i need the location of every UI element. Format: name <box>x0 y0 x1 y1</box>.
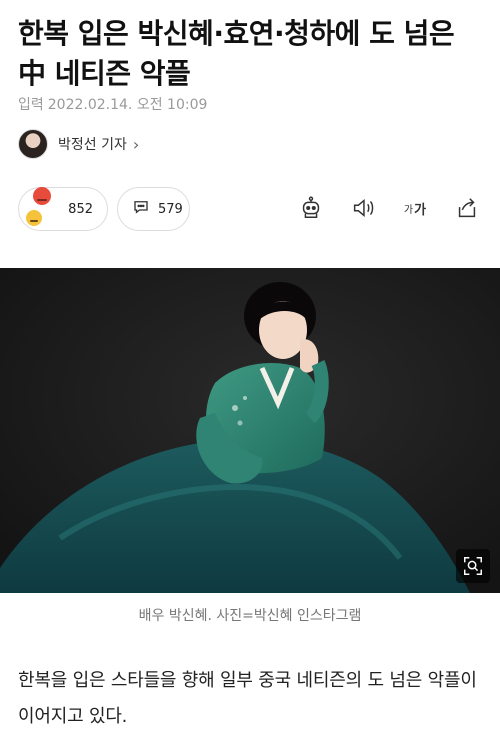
meta-label: 입력 <box>18 97 44 113</box>
smile-emoji-icon <box>25 209 43 227</box>
zoom-icon <box>464 557 482 575</box>
angry-emoji-icon <box>33 187 51 205</box>
publish-date: 2022.02.14. 오전 10:09 <box>47 97 208 113</box>
share-icon <box>458 198 476 218</box>
font-size-button[interactable]: 가가 <box>400 193 430 223</box>
reaction-count: 852 <box>68 201 93 217</box>
chevron-right-icon: › <box>132 134 140 154</box>
article-body: 한복을 입은 스타들을 향해 일부 중국 네티즌의 도 넘은 악플이 이어지고 … <box>18 670 477 727</box>
author-link[interactable]: 박정선 기자 › <box>18 128 139 160</box>
article-meta: 입력 2022.02.14. 오전 10:09 <box>18 94 211 114</box>
article-headline: 한복 입은 박신혜·효연·청하에 도 넘은 中 네티즌 악플 <box>18 17 455 90</box>
comment-button[interactable]: 579 <box>117 187 190 231</box>
photo-caption: 배우 박신혜. 사진=박신혜 인스타그램 <box>138 608 362 624</box>
hanbok-portrait-image <box>0 268 500 593</box>
author-name: 박정선 기자 <box>58 137 127 153</box>
reaction-icons <box>25 187 60 231</box>
font-size-large-label: 가 <box>414 202 427 218</box>
robot-icon <box>302 196 320 219</box>
font-size-small-label: 가 <box>403 204 414 216</box>
speaker-icon <box>353 198 374 218</box>
share-button[interactable] <box>452 193 482 223</box>
speech-bubble-icon <box>132 198 150 220</box>
robot-summary-button[interactable] <box>296 193 326 223</box>
zoom-photo-button[interactable] <box>456 549 490 583</box>
article-tools: 가가 <box>296 193 482 223</box>
listen-button[interactable] <box>348 193 378 223</box>
article-photo[interactable] <box>0 268 500 593</box>
reaction-button[interactable]: 852 <box>18 187 108 231</box>
author-avatar <box>18 129 48 159</box>
comment-count: 579 <box>158 201 183 217</box>
